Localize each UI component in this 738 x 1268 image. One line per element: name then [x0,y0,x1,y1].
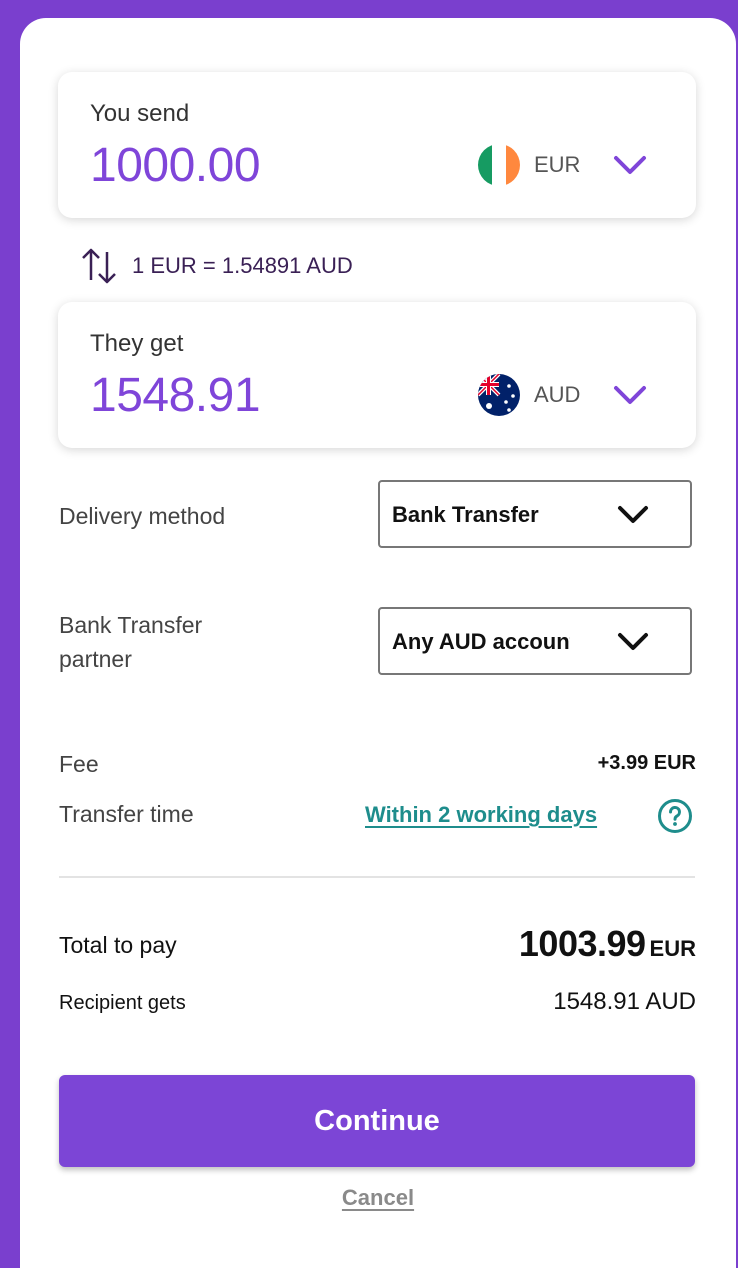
send-currency-chevron-down-icon[interactable] [612,152,648,178]
ireland-flag-icon[interactable] [478,144,520,186]
help-icon[interactable] [657,798,693,834]
chevron-down-icon [616,631,650,653]
transfer-time-label: Transfer time [59,801,194,827]
partner-label-line2: partner [59,646,132,672]
receive-label: They get [90,330,184,357]
send-currency-code[interactable]: EUR [534,152,580,178]
total-to-pay-label: Total to pay [59,932,177,958]
delivery-method-value: Bank Transfer [392,502,539,527]
divider [59,876,695,878]
transfer-card: You send 1000.00 EUR 1 EUR = 1.54891 AUD [20,18,736,1268]
partner-label: Bank Transfer partner [59,608,202,676]
exchange-rate-row: 1 EUR = 1.54891 AUD [80,246,353,286]
partner-select[interactable]: Any AUD account [378,607,692,675]
receive-currency-chevron-down-icon[interactable] [612,382,648,408]
exchange-rate-text: 1 EUR = 1.54891 AUD [132,253,353,278]
fee-value: +3.99 EUR [597,752,696,774]
receive-currency-code[interactable]: AUD [534,382,580,408]
receive-amount-box: They get 1548.91 AUD [58,302,696,448]
recipient-gets-value: 1548.91 AUD [553,988,696,1015]
send-amount-input[interactable]: 1000.00 [90,138,261,193]
chevron-down-icon [616,504,650,526]
total-amount: 1003.99 [518,923,646,964]
partner-label-line1: Bank Transfer [59,612,203,638]
delivery-method-select[interactable]: Bank Transfer [378,480,692,548]
australia-flag-icon[interactable] [478,374,520,416]
recipient-gets-label: Recipient gets [59,992,186,1014]
swap-arrows-icon[interactable] [80,246,118,286]
total-currency: EUR [649,936,696,961]
total-to-pay-value: 1003.99 EUR [519,923,696,965]
send-label: You send [90,100,190,127]
transfer-time-link[interactable]: Within 2 working days [365,802,597,828]
cancel-link[interactable]: Cancel [20,1185,736,1211]
delivery-method-label: Delivery method [59,503,226,529]
send-amount-box: You send 1000.00 EUR [58,72,696,218]
receive-amount-input[interactable]: 1548.91 [90,368,261,423]
partner-value: Any AUD account [392,629,570,654]
continue-button[interactable]: Continue [59,1075,695,1167]
fee-label: Fee [59,751,99,777]
